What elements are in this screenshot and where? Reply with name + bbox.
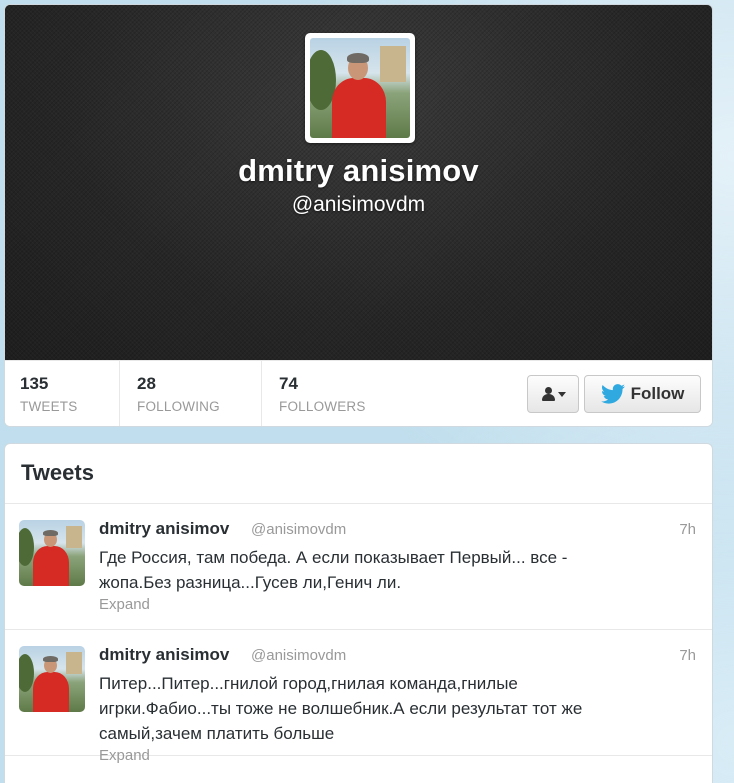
follow-button[interactable]: Follow bbox=[584, 375, 701, 413]
tweet-avatar[interactable] bbox=[19, 646, 85, 712]
tweets-heading: Tweets bbox=[21, 460, 94, 485]
profile-handle: @anisimovdm bbox=[291, 193, 426, 216]
tweet-expand-link[interactable]: Expand bbox=[99, 596, 150, 613]
caret-down-icon bbox=[557, 391, 566, 397]
profile-header: dmitry anisimov @anisimovdm bbox=[5, 5, 712, 360]
stat-following[interactable]: 28 FOLLOWING bbox=[120, 361, 262, 426]
tweet-author-handle[interactable]: @anisimovdm bbox=[251, 647, 346, 664]
tweets-timeline: Tweets dmitry anisimov @anisimovdm 7h Гд… bbox=[4, 443, 713, 783]
tweet-expand-link[interactable]: Expand bbox=[99, 747, 150, 764]
tweet-item[interactable]: dmitry anisimov @anisimovdm 7h Где Росси… bbox=[5, 504, 712, 630]
profile-name: dmitry anisimov bbox=[238, 153, 479, 188]
tweet-text: Где Россия, там победа. А если показывае… bbox=[99, 548, 568, 592]
profile-photo bbox=[310, 38, 410, 138]
tweet-avatar[interactable] bbox=[19, 520, 85, 586]
stat-tweets-count: 135 bbox=[20, 374, 49, 393]
stat-followers[interactable]: 74 FOLLOWERS bbox=[262, 361, 402, 426]
tweet-author-name[interactable]: dmitry anisimov bbox=[99, 645, 229, 665]
profile-avatar[interactable] bbox=[305, 33, 415, 143]
tweet-text: Питер...Питер...гнилой город,гнилая кома… bbox=[99, 674, 583, 743]
tweet-author-name[interactable]: dmitry anisimov bbox=[99, 519, 229, 539]
twitter-bird-icon bbox=[600, 384, 625, 404]
follow-button-label: Follow bbox=[630, 384, 685, 403]
stat-following-count: 28 bbox=[137, 374, 156, 393]
tweet-timestamp[interactable]: 7h bbox=[679, 521, 696, 538]
tweet-item[interactable]: dmitry anisimov @anisimovdm 7h Питер...П… bbox=[5, 630, 712, 764]
user-actions-dropdown[interactable] bbox=[527, 375, 579, 413]
stat-followers-label: FOLLOWERS bbox=[279, 399, 366, 414]
tweet-timestamp[interactable]: 7h bbox=[679, 647, 696, 664]
stat-tweets-label: TWEETS bbox=[20, 399, 78, 414]
profile-stats: 135 TWEETS 28 FOLLOWING 74 FOLLOWERS Fol… bbox=[5, 360, 712, 426]
profile-card: dmitry anisimov @anisimovdm 135 TWEETS 2… bbox=[4, 4, 713, 427]
stat-followers-count: 74 bbox=[279, 374, 298, 393]
stat-tweets[interactable]: 135 TWEETS bbox=[5, 361, 120, 426]
tweet-author-handle[interactable]: @anisimovdm bbox=[251, 521, 346, 538]
stat-following-label: FOLLOWING bbox=[137, 399, 220, 414]
user-icon bbox=[541, 387, 555, 401]
